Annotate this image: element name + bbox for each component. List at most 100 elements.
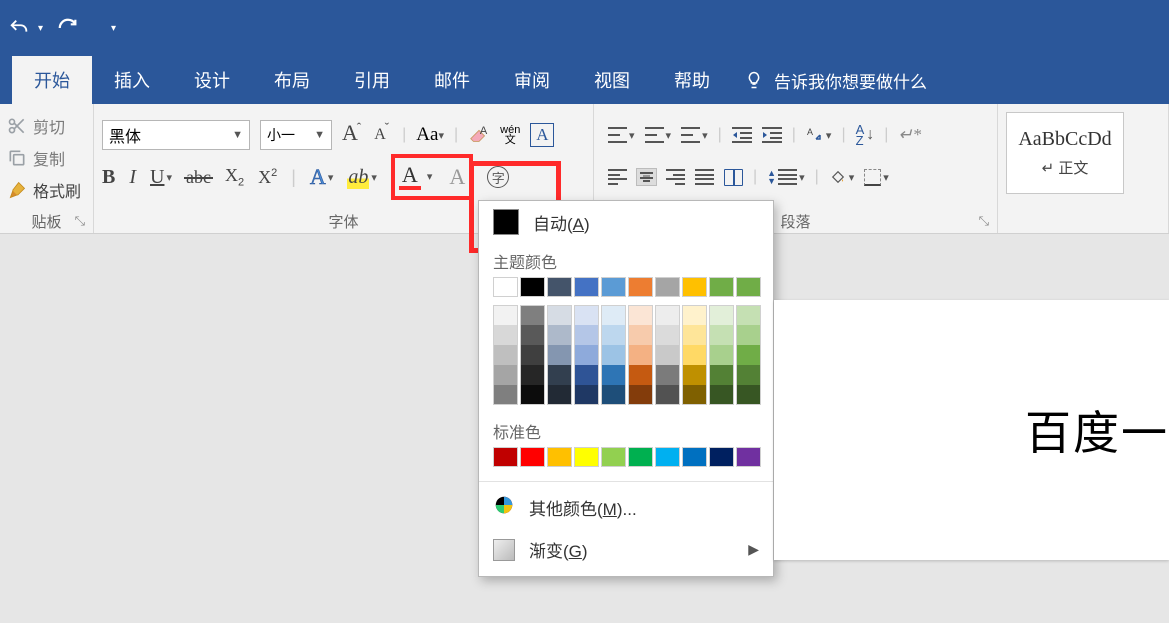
color-swatch[interactable] <box>493 305 518 325</box>
align-right-button[interactable] <box>666 169 685 185</box>
character-shading-button[interactable]: A <box>449 166 465 188</box>
color-swatch[interactable] <box>628 305 653 325</box>
color-swatch[interactable] <box>547 385 572 405</box>
borders-button[interactable]: ▾ <box>864 169 889 186</box>
color-swatch[interactable] <box>709 277 734 297</box>
dialog-launcher-icon[interactable]: ⤡ <box>75 213 85 229</box>
color-swatch[interactable] <box>682 345 707 365</box>
color-swatch[interactable] <box>709 385 734 405</box>
color-swatch[interactable] <box>628 385 653 405</box>
decrease-indent-button[interactable] <box>732 127 752 143</box>
color-swatch[interactable] <box>520 345 545 365</box>
color-swatch[interactable] <box>601 345 626 365</box>
font-size-combo[interactable]: 小一▼ <box>260 120 332 150</box>
color-swatch[interactable] <box>736 305 761 325</box>
color-swatch[interactable] <box>574 277 599 297</box>
color-swatch[interactable] <box>493 365 518 385</box>
color-swatch[interactable] <box>655 447 680 467</box>
color-swatch[interactable] <box>655 305 680 325</box>
color-swatch[interactable] <box>520 385 545 405</box>
increase-indent-button[interactable] <box>762 127 782 143</box>
document-text[interactable]: 百度一 <box>1025 397 1169 463</box>
color-swatch[interactable] <box>601 365 626 385</box>
tab-design[interactable]: 设计 <box>172 56 252 104</box>
shrink-font-button[interactable]: Aˇ <box>374 126 392 144</box>
color-swatch[interactable] <box>655 385 680 405</box>
more-colors-item[interactable]: 其他颜色(M)... <box>479 486 773 529</box>
color-swatch[interactable] <box>655 345 680 365</box>
font-color-split-button[interactable]: A▾ A <box>391 154 473 200</box>
color-swatch[interactable] <box>493 385 518 405</box>
color-swatch[interactable] <box>601 305 626 325</box>
redo-icon[interactable] <box>57 17 79 39</box>
color-swatch[interactable] <box>493 325 518 345</box>
color-swatch[interactable] <box>547 345 572 365</box>
color-swatch[interactable] <box>655 277 680 297</box>
color-swatch[interactable] <box>574 385 599 405</box>
color-swatch[interactable] <box>736 365 761 385</box>
text-direction-button[interactable]: A▾ <box>806 126 832 144</box>
color-swatch[interactable] <box>520 365 545 385</box>
tab-help[interactable]: 帮助 <box>652 56 732 104</box>
multilevel-list-button[interactable]: ▾ <box>681 127 708 143</box>
color-swatch[interactable] <box>709 325 734 345</box>
color-swatch[interactable] <box>547 365 572 385</box>
color-swatch[interactable] <box>601 277 626 297</box>
color-swatch[interactable] <box>574 365 599 385</box>
style-normal[interactable]: AaBbCcDd ↵ 正文 <box>1006 112 1124 194</box>
color-swatch[interactable] <box>736 345 761 365</box>
tab-references[interactable]: 引用 <box>332 56 412 104</box>
color-swatch[interactable] <box>682 325 707 345</box>
tab-layout[interactable]: 布局 <box>252 56 332 104</box>
color-swatch[interactable] <box>547 277 572 297</box>
change-case-button[interactable]: Aa ▾ <box>416 124 444 146</box>
text-effects-button[interactable]: A ▾ <box>310 164 333 190</box>
color-swatch[interactable] <box>709 305 734 325</box>
color-swatch[interactable] <box>628 447 653 467</box>
gradient-item[interactable]: 渐变(G) ▶ <box>479 529 773 570</box>
dialog-launcher-icon[interactable]: ⤡ <box>979 213 989 229</box>
color-swatch[interactable] <box>493 277 518 297</box>
color-swatch[interactable] <box>628 345 653 365</box>
color-swatch[interactable] <box>574 345 599 365</box>
color-swatch[interactable] <box>574 325 599 345</box>
color-swatch[interactable] <box>520 447 545 467</box>
sort-button[interactable]: AZ↓ <box>856 124 875 146</box>
color-swatch[interactable] <box>493 447 518 467</box>
tab-view[interactable]: 视图 <box>572 56 652 104</box>
format-painter-button[interactable]: 格式刷 <box>6 176 82 204</box>
bold-button[interactable]: B <box>102 166 115 189</box>
underline-button[interactable]: U ▾ <box>150 166 172 189</box>
show-marks-button[interactable]: ↵* <box>898 125 921 145</box>
color-swatch[interactable] <box>628 365 653 385</box>
color-swatch[interactable] <box>547 325 572 345</box>
color-swatch[interactable] <box>682 365 707 385</box>
tell-me[interactable]: 告诉我你想要做什么 <box>732 56 939 104</box>
color-swatch[interactable] <box>601 325 626 345</box>
subscript-button[interactable]: X2 <box>225 165 244 189</box>
align-justify-button[interactable] <box>695 169 714 185</box>
tab-mail[interactable]: 邮件 <box>412 56 492 104</box>
color-swatch[interactable] <box>655 325 680 345</box>
color-swatch[interactable] <box>709 447 734 467</box>
tab-insert[interactable]: 插入 <box>92 56 172 104</box>
copy-button[interactable]: 复制 <box>6 144 82 172</box>
color-swatch[interactable] <box>682 277 707 297</box>
color-swatch[interactable] <box>628 277 653 297</box>
color-swatch[interactable] <box>709 365 734 385</box>
italic-button[interactable]: I <box>129 166 136 189</box>
document-page[interactable]: 百度一 <box>774 300 1169 560</box>
color-swatch[interactable] <box>520 305 545 325</box>
align-center-button[interactable] <box>637 169 656 185</box>
tab-file[interactable] <box>0 56 12 104</box>
bullets-button[interactable]: ▾ <box>608 127 635 143</box>
color-swatch[interactable] <box>736 325 761 345</box>
clear-formatting-button[interactable]: A <box>468 124 490 146</box>
color-swatch[interactable] <box>493 345 518 365</box>
line-spacing-button[interactable]: ▲▼▾ <box>767 169 804 185</box>
distributed-button[interactable] <box>724 169 743 186</box>
tab-review[interactable]: 审阅 <box>492 56 572 104</box>
color-swatch[interactable] <box>601 447 626 467</box>
color-swatch[interactable] <box>601 385 626 405</box>
color-automatic-item[interactable]: 自动(A) <box>479 201 773 243</box>
